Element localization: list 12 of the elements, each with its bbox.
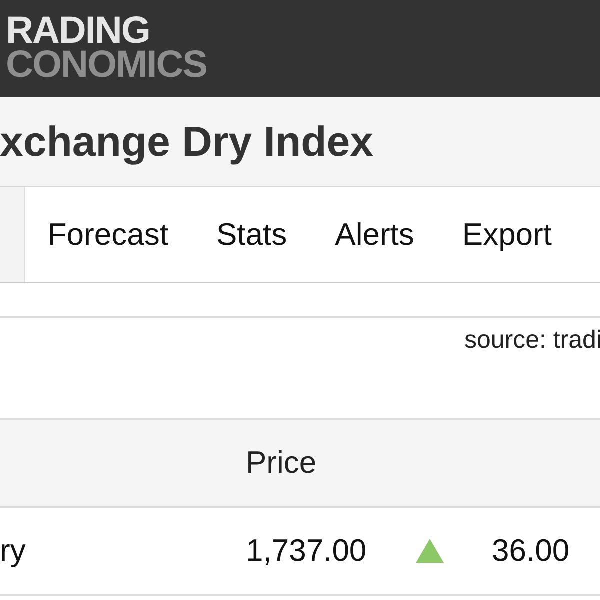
page-title: xchange Dry Index [0, 118, 374, 166]
table-cell-text: 36.00 [492, 533, 571, 569]
tab[interactable]: Alerts [335, 212, 414, 256]
column-header: Price [246, 445, 318, 481]
source-text: source: tradi [464, 326, 600, 355]
tab[interactable]: Forecast [48, 212, 168, 256]
tab[interactable] [0, 187, 25, 282]
table-cell-text: 1,737.00 [246, 533, 368, 569]
tab[interactable]: Export [462, 212, 552, 256]
table-cell-text: ry [0, 533, 27, 569]
tab[interactable]: Stats [216, 212, 288, 256]
logo[interactable]: RADING CONOMICS [0, 0, 207, 82]
